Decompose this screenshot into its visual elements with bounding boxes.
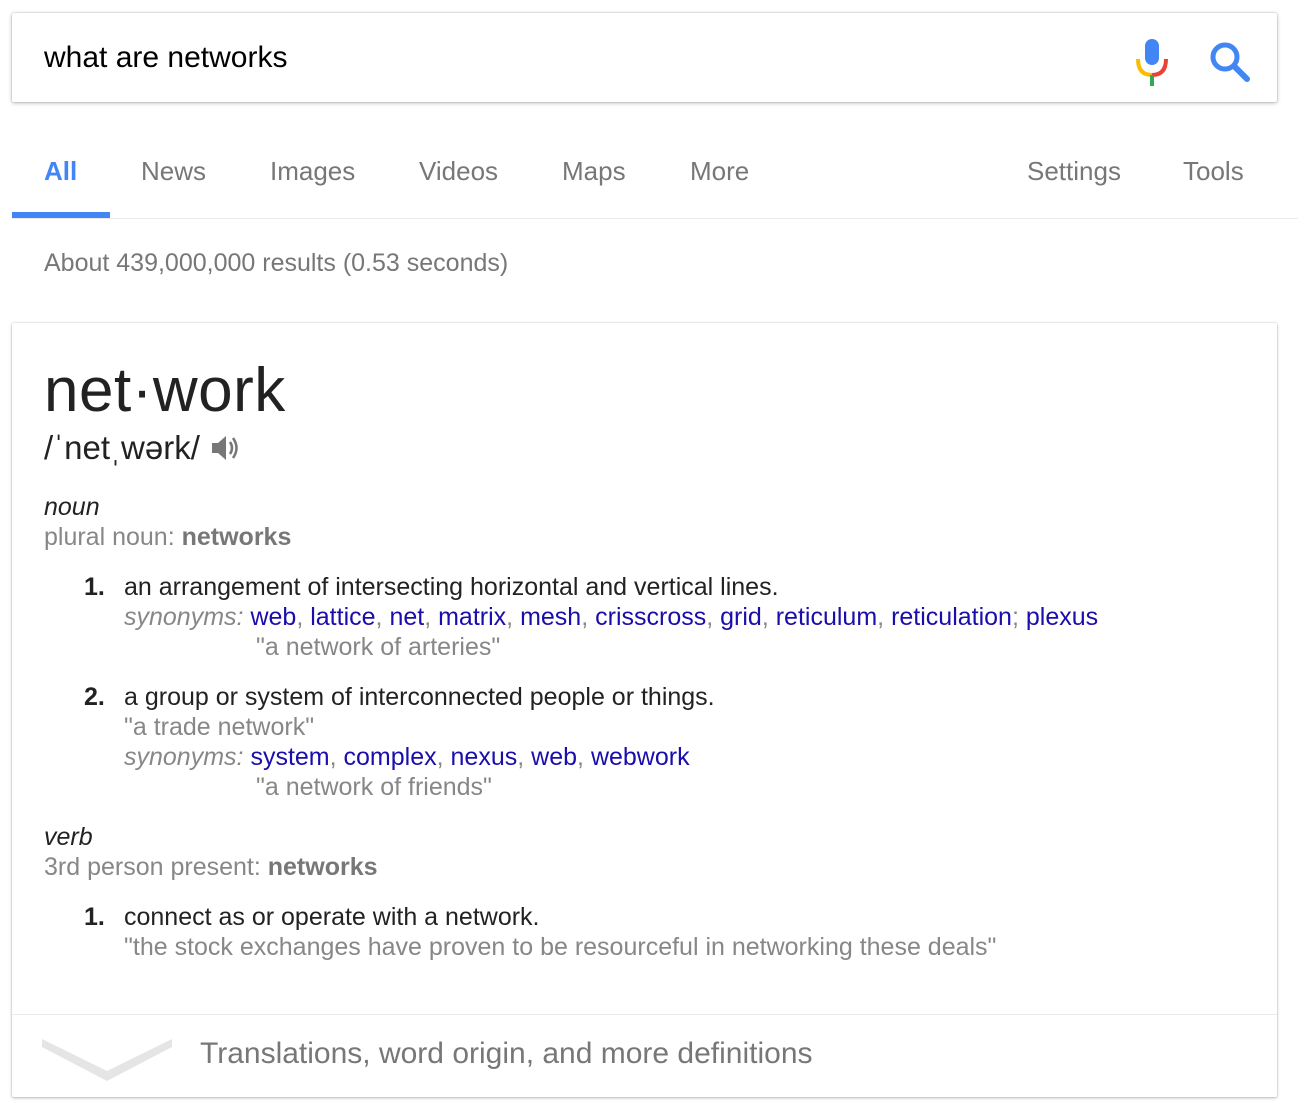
synonym-link[interactable]: web xyxy=(250,603,296,631)
example-sentence: "a trade network" xyxy=(124,713,315,741)
inflection-label: plural noun: xyxy=(44,523,182,551)
more-definitions-label: Translations, word origin, and more defi… xyxy=(200,1037,813,1070)
pronunciation-row: /ˈnetˌwərk/ xyxy=(44,429,242,467)
synonym-link[interactable]: grid xyxy=(720,603,762,631)
synonyms-row: synonyms: system, complex, nexus, web, w… xyxy=(124,743,690,771)
synonyms-label: synonyms: xyxy=(124,743,244,771)
headword: net·work xyxy=(44,356,286,425)
tab-videos[interactable]: Videos xyxy=(419,156,498,187)
pronunciation: /ˈnetˌwərk/ xyxy=(44,429,200,466)
synonym-link[interactable]: web xyxy=(531,743,577,771)
synonym-link[interactable]: matrix xyxy=(438,603,506,631)
synonym-link[interactable]: reticulum xyxy=(776,603,877,631)
definition-number: 1. xyxy=(84,573,105,601)
synonym-link[interactable]: mesh xyxy=(520,603,581,631)
more-definitions-button[interactable]: Translations, word origin, and more defi… xyxy=(12,1015,1277,1097)
synonym-link[interactable]: nexus xyxy=(451,743,518,771)
microphone-icon[interactable] xyxy=(1125,35,1179,91)
tab-news[interactable]: News xyxy=(141,156,206,187)
verb-inflection: 3rd person present: networks xyxy=(44,853,378,882)
example-sentence: "a network of arteries" xyxy=(256,633,501,661)
synonyms-row: synonyms: web, lattice, net, matrix, mes… xyxy=(124,603,1099,631)
search-input[interactable] xyxy=(44,37,1084,79)
definition-text: connect as or operate with a network. xyxy=(124,903,540,931)
definition-text: an arrangement of intersecting horizonta… xyxy=(124,573,779,601)
synonym-link[interactable]: system xyxy=(250,743,329,771)
dictionary-card: net·work /ˈnetˌwərk/ noun plural noun: n… xyxy=(12,323,1277,1097)
example-sentence: "the stock exchanges have proven to be r… xyxy=(124,933,997,961)
chevron-down-icon xyxy=(42,1039,172,1081)
tab-tools[interactable]: Tools xyxy=(1183,156,1244,187)
definition-text: a group or system of interconnected peop… xyxy=(124,683,715,711)
part-of-speech-noun: noun xyxy=(44,493,100,521)
definition-number: 1. xyxy=(84,903,105,931)
example-sentence: "a network of friends" xyxy=(256,773,492,801)
synonym-link[interactable]: complex xyxy=(344,743,437,771)
synonym-link[interactable]: webwork xyxy=(591,743,690,771)
inflection-label: 3rd person present: xyxy=(44,853,268,881)
definition-number: 2. xyxy=(84,683,105,711)
synonym-link[interactable]: lattice xyxy=(310,603,375,631)
part-of-speech-verb: verb xyxy=(44,823,93,851)
tab-all[interactable]: All xyxy=(44,156,77,187)
synonym-link[interactable]: reticulation xyxy=(891,603,1012,631)
tab-more[interactable]: More xyxy=(690,156,749,187)
noun-inflection: plural noun: networks xyxy=(44,523,291,552)
synonym-link[interactable]: plexus xyxy=(1026,603,1098,631)
synonyms-label: synonyms: xyxy=(124,603,244,631)
tab-maps[interactable]: Maps xyxy=(562,156,626,187)
inflection-value: networks xyxy=(267,853,378,881)
search-icon[interactable] xyxy=(1202,37,1258,89)
tab-images[interactable]: Images xyxy=(270,156,355,187)
result-stats: About 439,000,000 results (0.53 seconds) xyxy=(44,249,509,277)
search-box xyxy=(12,13,1277,102)
tab-settings[interactable]: Settings xyxy=(1027,156,1121,187)
synonym-link[interactable]: net xyxy=(389,603,424,631)
inflection-value: networks xyxy=(181,523,292,551)
synonym-link[interactable]: crisscross xyxy=(595,603,706,631)
speaker-icon[interactable] xyxy=(208,431,242,465)
tabs-divider xyxy=(12,218,1298,219)
